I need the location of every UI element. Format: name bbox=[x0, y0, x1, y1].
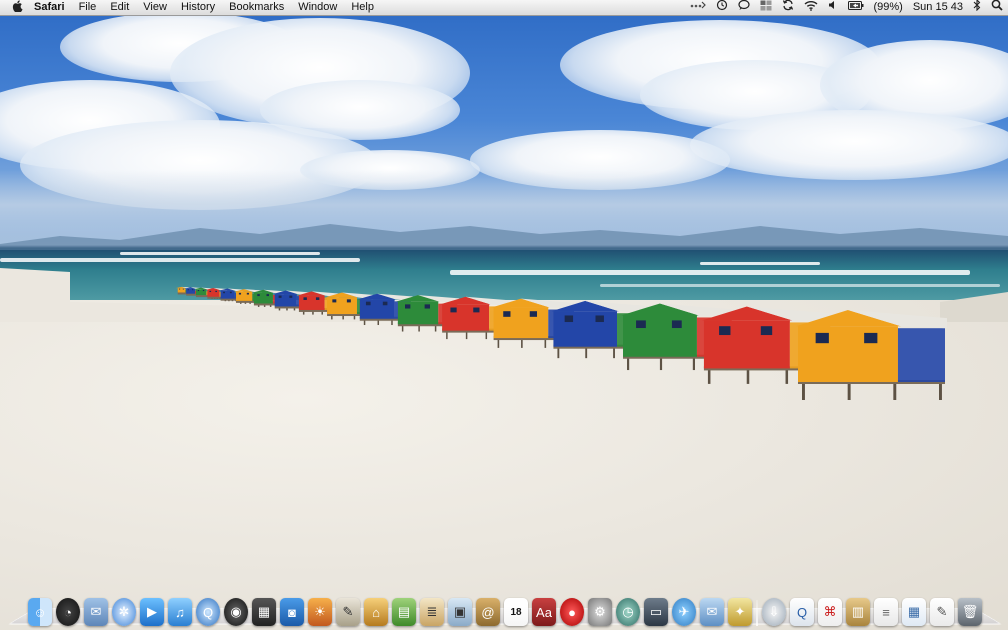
battery-icon[interactable] bbox=[843, 0, 869, 15]
spaces-icon[interactable] bbox=[755, 0, 777, 16]
dictionary-icon[interactable]: Aa bbox=[532, 598, 556, 626]
trash-icon[interactable]: 🗑 bbox=[958, 598, 982, 626]
safari-icon[interactable]: ✲ bbox=[112, 598, 136, 626]
spotlight-icon[interactable] bbox=[986, 0, 1008, 16]
pdf-document-icon[interactable]: ⌘ bbox=[818, 598, 842, 626]
preview-icon[interactable]: ▣ bbox=[448, 598, 472, 626]
mail-icon[interactable]: ✉ bbox=[84, 598, 108, 626]
dock-icons: ☺ ◔ ✉ ✲ ▶ ♫ Q ◉ ▦ ◙ ☀ ✎ ⌂ ▤ ≣ ▣ @ 18 Aa … bbox=[28, 588, 982, 626]
menu-file[interactable]: File bbox=[72, 0, 104, 15]
menu-view[interactable]: View bbox=[136, 0, 174, 15]
screen-sharing-icon[interactable]: ▭ bbox=[644, 598, 668, 626]
mail-stationery-icon[interactable]: ✉ bbox=[700, 598, 724, 626]
menubar-clock[interactable]: Sun 15 43 bbox=[908, 0, 968, 15]
time-machine-dock-icon[interactable]: ◷ bbox=[616, 598, 640, 626]
desktop-wallpaper bbox=[0, 0, 1008, 630]
document-icon[interactable]: ≡ bbox=[874, 598, 898, 626]
archive-icon[interactable]: ▥ bbox=[846, 598, 870, 626]
apple-icon[interactable] bbox=[6, 0, 28, 15]
dashboard-icon[interactable]: ◔ bbox=[56, 598, 80, 626]
chat-icon[interactable] bbox=[733, 0, 755, 16]
menu-window[interactable]: Window bbox=[291, 0, 344, 15]
activity-icon[interactable] bbox=[685, 0, 711, 15]
maps-icon[interactable]: ✈ bbox=[672, 598, 696, 626]
wifi-icon[interactable] bbox=[799, 0, 823, 16]
battery-percentage[interactable]: (99%) bbox=[869, 0, 908, 15]
recorder-icon[interactable]: ● bbox=[560, 598, 584, 626]
app-store-icon[interactable]: ✦ bbox=[728, 598, 752, 626]
iphoto-icon[interactable]: ☀ bbox=[308, 598, 332, 626]
dock-separator bbox=[756, 600, 758, 626]
textedit-doc-icon[interactable]: ✎ bbox=[930, 598, 954, 626]
status-area: (99%) Sun 15 43 bbox=[685, 0, 1008, 15]
script-editor-icon[interactable]: ✎ bbox=[336, 598, 360, 626]
bluetooth-icon[interactable] bbox=[968, 0, 986, 16]
sync-icon[interactable] bbox=[777, 0, 799, 16]
dock: ☺ ◔ ✉ ✲ ▶ ♫ Q ◉ ▦ ◙ ☀ ✎ ⌂ ▤ ≣ ▣ @ 18 Aa … bbox=[7, 588, 1003, 628]
menu-edit[interactable]: Edit bbox=[103, 0, 136, 15]
menu-app-safari[interactable]: Safari bbox=[28, 0, 72, 15]
spreadsheet-icon[interactable]: ▦ bbox=[902, 598, 926, 626]
downloads-stack-icon[interactable]: ⇩ bbox=[762, 598, 786, 626]
facetime-icon[interactable]: ▶ bbox=[140, 598, 164, 626]
numbers-icon[interactable]: ▤ bbox=[392, 598, 416, 626]
menu-help[interactable]: Help bbox=[344, 0, 381, 15]
dvd-player-icon[interactable]: ◉ bbox=[224, 598, 248, 626]
keynote-icon[interactable]: ⌂ bbox=[364, 598, 388, 626]
beach-huts-illustration bbox=[175, 286, 947, 400]
quicktime-icon[interactable]: Q bbox=[196, 598, 220, 626]
menu-bookmarks[interactable]: Bookmarks bbox=[222, 0, 291, 15]
pages-icon[interactable]: ≣ bbox=[420, 598, 444, 626]
menu-history[interactable]: History bbox=[174, 0, 222, 15]
ical-icon[interactable]: 18 bbox=[504, 598, 528, 626]
system-preferences-icon[interactable]: ⚙ bbox=[588, 598, 612, 626]
time-machine-icon[interactable] bbox=[711, 0, 733, 16]
quick-look-doc-icon[interactable]: Q bbox=[790, 598, 814, 626]
final-cut-icon[interactable]: ▦ bbox=[252, 598, 276, 626]
calendar-day: 18 bbox=[510, 606, 522, 618]
photo-booth-icon[interactable]: ◙ bbox=[280, 598, 304, 626]
finder-icon[interactable]: ☺ bbox=[28, 598, 52, 626]
menu-bar: Safari File Edit View History Bookmarks … bbox=[0, 0, 1008, 16]
itunes-icon[interactable]: ♫ bbox=[168, 598, 192, 626]
address-book-icon[interactable]: @ bbox=[476, 598, 500, 626]
volume-icon[interactable] bbox=[823, 0, 843, 15]
